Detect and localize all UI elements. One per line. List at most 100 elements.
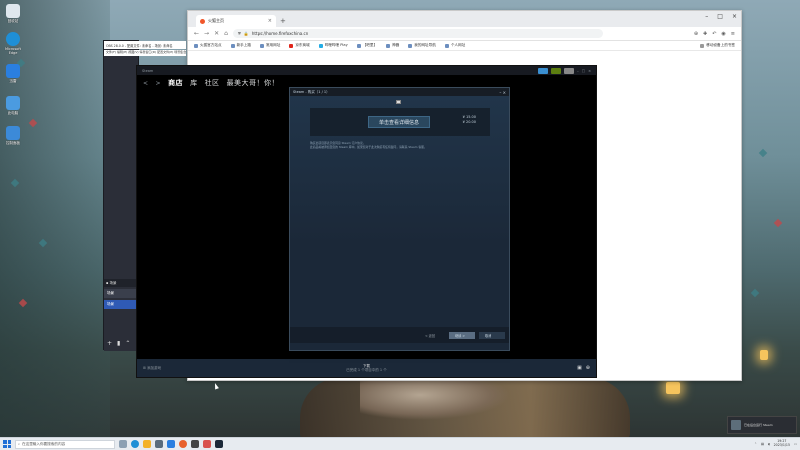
shield-icon: ⛨ xyxy=(237,31,241,36)
dialog-title: Steam - 购买（1 / 1） xyxy=(293,89,330,94)
obs-scenes-panel: ▪ 场景 场景 场景 + ▮ ⌃ xyxy=(104,279,140,351)
close-icon[interactable]: – × xyxy=(499,90,506,95)
add-icon[interactable]: + xyxy=(107,340,112,347)
cancel-button[interactable]: 取消 xyxy=(479,331,505,339)
taskbar-search[interactable]: ⌕ 在这里输入你要搜索的内容 xyxy=(15,439,115,449)
desktop-icon-control-panel[interactable]: 控制面板 xyxy=(2,126,24,145)
app-icon[interactable] xyxy=(203,440,211,448)
bookmark-label: 京东商城 xyxy=(295,43,310,47)
price-original: ¥ 20.00 xyxy=(462,120,476,124)
back-icon[interactable]: < xyxy=(143,80,149,87)
window-controls: – □ × xyxy=(705,13,737,20)
notification-icon[interactable] xyxy=(551,67,561,74)
clock-date: 2023/1/15 xyxy=(773,443,790,447)
obs-scene-item[interactable]: 场景 xyxy=(104,289,140,298)
puzzle-icon[interactable]: ✚ xyxy=(703,31,707,37)
friends-icon[interactable]: ▣ xyxy=(577,365,582,371)
nav-store[interactable]: 商店 xyxy=(168,78,183,88)
new-tab-icon[interactable]: + xyxy=(280,17,286,25)
close-window-icon[interactable]: × xyxy=(732,13,737,20)
obs-scene-controls: + ▮ ⌃ xyxy=(107,340,130,347)
price-block: ¥ 15.00 ¥ 20.00 xyxy=(463,115,476,125)
bookmark-item[interactable]: 新手上路 xyxy=(230,43,251,48)
minimize-icon[interactable]: – xyxy=(705,13,708,20)
obs-menu-bar[interactable]: 文件(F) 编辑(E) 视图(V) 停靠窗口(D) 配置文件(P) 场景集合(S… xyxy=(104,50,186,56)
bookmark-label: 常用网址 xyxy=(265,43,281,47)
taskbar: ⌕ 在这里输入你要搜索的内容 ⌃ ▤ ◖ 19:27 2023/1/15 ▭ xyxy=(0,437,800,450)
nav-community[interactable]: 社区 xyxy=(205,78,220,88)
nav-library[interactable]: 库 xyxy=(190,78,198,88)
clock[interactable]: 19:27 2023/1/15 xyxy=(773,439,790,448)
minimize-icon[interactable]: – xyxy=(577,69,579,73)
edge-icon[interactable] xyxy=(131,440,139,448)
broadcast-icon[interactable] xyxy=(538,67,548,74)
add-friend-icon[interactable]: ⊕ xyxy=(586,365,590,371)
notification-toast[interactable]: 已在后台运行 Steam xyxy=(727,416,797,434)
steam-icon xyxy=(731,420,741,430)
purchase-description: 购买此项目即表示您同意 Steam 订户协议。 此商品将被添加至您的 Steam… xyxy=(310,141,490,150)
close-window-icon[interactable]: × xyxy=(588,69,591,73)
back-icon[interactable]: ← xyxy=(194,30,199,37)
dialog-footer: < 返回 继续 > 取消 xyxy=(290,327,509,343)
maximize-icon[interactable]: □ xyxy=(582,69,585,73)
downloads-progress-text: 已完成 1 个项目中的 1 个 xyxy=(346,368,387,372)
bookmark-icon xyxy=(444,43,449,48)
firefox-icon[interactable] xyxy=(179,440,187,448)
chevron-up-icon[interactable]: ⌃ xyxy=(125,340,130,347)
account-icon[interactable]: ◉ xyxy=(721,31,725,37)
notification-center-icon[interactable]: ▭ xyxy=(794,442,797,446)
task-view-icon[interactable] xyxy=(119,440,127,448)
view-details-button[interactable]: 单击查看详细信息 xyxy=(368,116,430,128)
steam-icon[interactable] xyxy=(215,440,223,448)
bookmark-item[interactable]: 神器 xyxy=(386,43,399,48)
store-icon[interactable] xyxy=(155,440,163,448)
steam-menu-icon[interactable]: Steam xyxy=(142,69,153,73)
add-game-button[interactable]: ⊞ 添加游戏 xyxy=(143,366,161,371)
address-bar[interactable]: ⛨ 🔒 https://home.firefoxchina.cn xyxy=(232,29,603,38)
mail-icon[interactable] xyxy=(167,440,175,448)
forward-icon[interactable]: → xyxy=(204,30,209,37)
avatar[interactable] xyxy=(564,67,574,74)
obs-scenes-header: ▪ 场景 xyxy=(104,279,140,287)
bookmark-item[interactable]: 火狐官方站点 xyxy=(194,43,222,48)
obs-scene-item-selected[interactable]: 场景 xyxy=(104,300,140,309)
network-icon[interactable]: ▤ xyxy=(761,442,764,446)
edge-icon xyxy=(6,32,20,46)
mobile-bookmarks[interactable]: 移动设备上的书签 xyxy=(700,43,735,48)
forward-icon[interactable]: > xyxy=(156,80,162,87)
bookmark-item[interactable]: 个人网址 xyxy=(444,43,465,48)
bookmark-item[interactable]: 京东商城 xyxy=(289,43,310,48)
bookmarks-bar: 火狐官方站点 新手上路 常用网址 京东商城 哔哩哔哩 Play 【吧里】 神器 … xyxy=(188,41,741,51)
reload-icon[interactable]: ✕ xyxy=(214,30,219,37)
downloads-status[interactable]: 下载 已完成 1 个项目中的 1 个 xyxy=(346,364,386,372)
home-icon[interactable]: ⌂ xyxy=(224,30,228,37)
bookmark-item[interactable]: 常用网址 xyxy=(259,43,281,48)
volume-icon[interactable]: ◖ xyxy=(768,442,770,446)
chevron-up-icon[interactable]: ⌃ xyxy=(754,442,757,446)
browser-tab[interactable]: 火狐主页 × xyxy=(196,15,276,27)
add-game-label: 添加游戏 xyxy=(147,365,162,370)
bookmark-item[interactable]: 【吧里】 xyxy=(356,43,377,48)
back-button[interactable]: < 返回 xyxy=(419,332,445,339)
extensions-icon[interactable]: ⊕ xyxy=(694,31,698,37)
file-explorer-icon[interactable] xyxy=(143,440,151,448)
desktop-icon-xunlei[interactable]: 迅雷 xyxy=(2,64,24,83)
close-tab-icon[interactable]: × xyxy=(268,18,272,24)
windows-start-icon[interactable] xyxy=(3,440,11,448)
bookmark-icon xyxy=(289,43,294,48)
undo-icon[interactable]: ↶ xyxy=(712,31,716,37)
trash-icon[interactable]: ▮ xyxy=(117,340,120,347)
bookmark-item[interactable]: 我的网址导航 xyxy=(408,43,436,48)
address-bar-url: https://home.firefoxchina.cn xyxy=(251,31,309,36)
menu-icon[interactable]: ≡ xyxy=(731,31,735,37)
maximize-icon[interactable]: □ xyxy=(717,13,723,20)
firefox-favicon-icon xyxy=(200,18,205,24)
obs-icon[interactable] xyxy=(191,440,199,448)
bookmark-icon xyxy=(386,43,391,48)
bookmark-item[interactable]: 哔哩哔哩 Play xyxy=(318,43,348,48)
nav-user[interactable]: 最美大哥！你！ xyxy=(227,78,280,88)
desktop-icon-edge[interactable]: Microsoft Edge xyxy=(2,32,24,55)
continue-button[interactable]: 继续 > xyxy=(449,331,475,339)
desktop-icon-this-pc[interactable]: 此电脑 xyxy=(2,96,24,115)
desktop-icon-recycle-bin[interactable]: 回收站 xyxy=(2,4,24,23)
